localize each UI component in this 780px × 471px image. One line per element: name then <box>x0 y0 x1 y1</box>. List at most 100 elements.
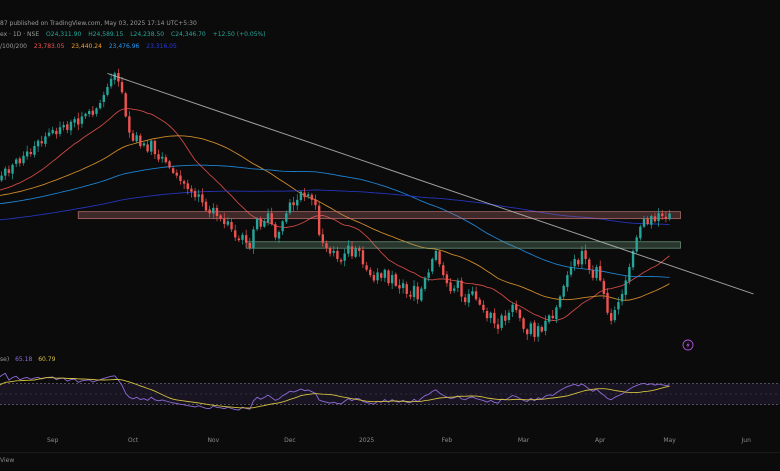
candle-body <box>263 221 266 227</box>
candle-body <box>599 266 602 281</box>
candle-body <box>212 207 215 214</box>
candle-body <box>387 270 390 284</box>
candle-body <box>624 280 627 295</box>
candle-body <box>361 250 365 265</box>
candle-body <box>80 116 84 124</box>
time-axis-label: 2025 <box>359 437 374 444</box>
candle-body <box>390 275 394 284</box>
candle-body <box>664 216 668 219</box>
candle-body <box>226 221 230 225</box>
ma4-value: 23,316.05 <box>146 43 177 50</box>
candle-body <box>602 280 606 294</box>
publish-text: 87 published on TradingView.com, May 03,… <box>0 20 197 27</box>
candle-body <box>635 237 638 252</box>
candle-body <box>423 277 427 289</box>
candle-body <box>551 315 554 319</box>
view-button[interactable]: View <box>0 457 14 464</box>
candle-body <box>292 202 295 206</box>
candle-body <box>606 292 609 313</box>
bottom-toolbar: View <box>0 452 780 471</box>
candle-body <box>661 213 664 216</box>
time-axis-label: May <box>663 437 676 444</box>
candle-body <box>299 191 303 201</box>
time-axis-label: Feb <box>442 437 453 444</box>
candle-body <box>244 235 248 243</box>
candle-body <box>237 238 241 241</box>
candle-body <box>321 234 324 243</box>
candle-body <box>98 103 102 109</box>
candle-body <box>274 224 277 238</box>
candle-body <box>109 78 113 87</box>
candle-body <box>453 288 456 291</box>
candle-body <box>234 230 237 238</box>
candle-body <box>197 194 200 197</box>
candle-body <box>401 283 405 288</box>
candle-body <box>190 188 193 192</box>
candle-body <box>73 119 76 123</box>
candle-body <box>533 322 536 337</box>
price-chart[interactable]: Sep Oct Nov Dec 2025 Feb Mar Apr May Jun <box>0 0 780 470</box>
candle-body <box>296 199 299 206</box>
time-axis-label: Jun <box>741 437 752 444</box>
candle-body <box>412 285 416 298</box>
candle-body <box>259 218 262 227</box>
candle-body <box>270 213 273 225</box>
lightning-icon[interactable] <box>682 339 694 351</box>
ma-legend-line: /100/200 23,783.05 23,440.24 23,476.96 2… <box>0 43 182 50</box>
candle-body <box>573 258 576 267</box>
candle-body <box>18 158 22 164</box>
candle-body <box>164 157 168 163</box>
candle-body <box>409 294 412 297</box>
candle-body <box>445 274 449 284</box>
time-axis-label: Dec <box>284 437 296 444</box>
candle-body <box>591 270 595 278</box>
candle-body <box>285 213 288 222</box>
candle-body <box>442 265 445 276</box>
candle-body <box>29 151 32 155</box>
candle-body <box>569 267 573 275</box>
candle-body <box>22 155 25 164</box>
candle-body <box>365 265 368 270</box>
candle-body <box>33 146 36 155</box>
candle-body <box>347 245 350 254</box>
candle-body <box>7 169 11 173</box>
candle-body <box>91 110 95 115</box>
ma1-value: 23,783.05 <box>33 43 65 50</box>
change-value: +12.50 (+0.05%) <box>212 31 266 38</box>
ma-100-line <box>0 164 670 278</box>
candle-body <box>58 127 62 134</box>
candle-body <box>317 205 321 235</box>
candle-body <box>131 133 135 141</box>
trendline <box>107 72 754 295</box>
candle-body <box>463 297 467 302</box>
ma-legend-label[interactable]: /100/200 <box>0 43 27 50</box>
time-axis-label: Mar <box>518 437 530 444</box>
candle-body <box>168 161 171 168</box>
candle-body <box>230 221 233 230</box>
symbol-name[interactable]: ex · 1D · NSE <box>0 31 39 38</box>
open-value: O24,311.90 <box>46 31 82 38</box>
candle-body <box>657 213 660 222</box>
candle-body <box>613 310 616 321</box>
candle-body <box>84 113 87 117</box>
candle-body <box>193 190 197 198</box>
rsi-legend[interactable]: se) 65.18 60.79 <box>0 356 59 363</box>
high-value: H24,589.15 <box>88 31 124 38</box>
candle-body <box>478 299 481 305</box>
candle-body <box>496 324 500 329</box>
time-axis-label: Nov <box>207 437 219 444</box>
candle-body <box>40 141 43 144</box>
candle-body <box>522 318 525 329</box>
candle-body <box>281 221 284 232</box>
candle-body <box>88 111 91 115</box>
chart-icons <box>682 339 694 351</box>
candle-body <box>186 183 189 190</box>
candle-body <box>467 293 470 303</box>
candle-body <box>325 243 328 249</box>
candle-body <box>95 108 98 114</box>
candle-body <box>653 216 657 222</box>
candle-body <box>540 327 543 332</box>
rsi-value: 65.18 <box>15 356 33 363</box>
candle-body <box>150 140 153 152</box>
candle-body <box>161 156 164 159</box>
